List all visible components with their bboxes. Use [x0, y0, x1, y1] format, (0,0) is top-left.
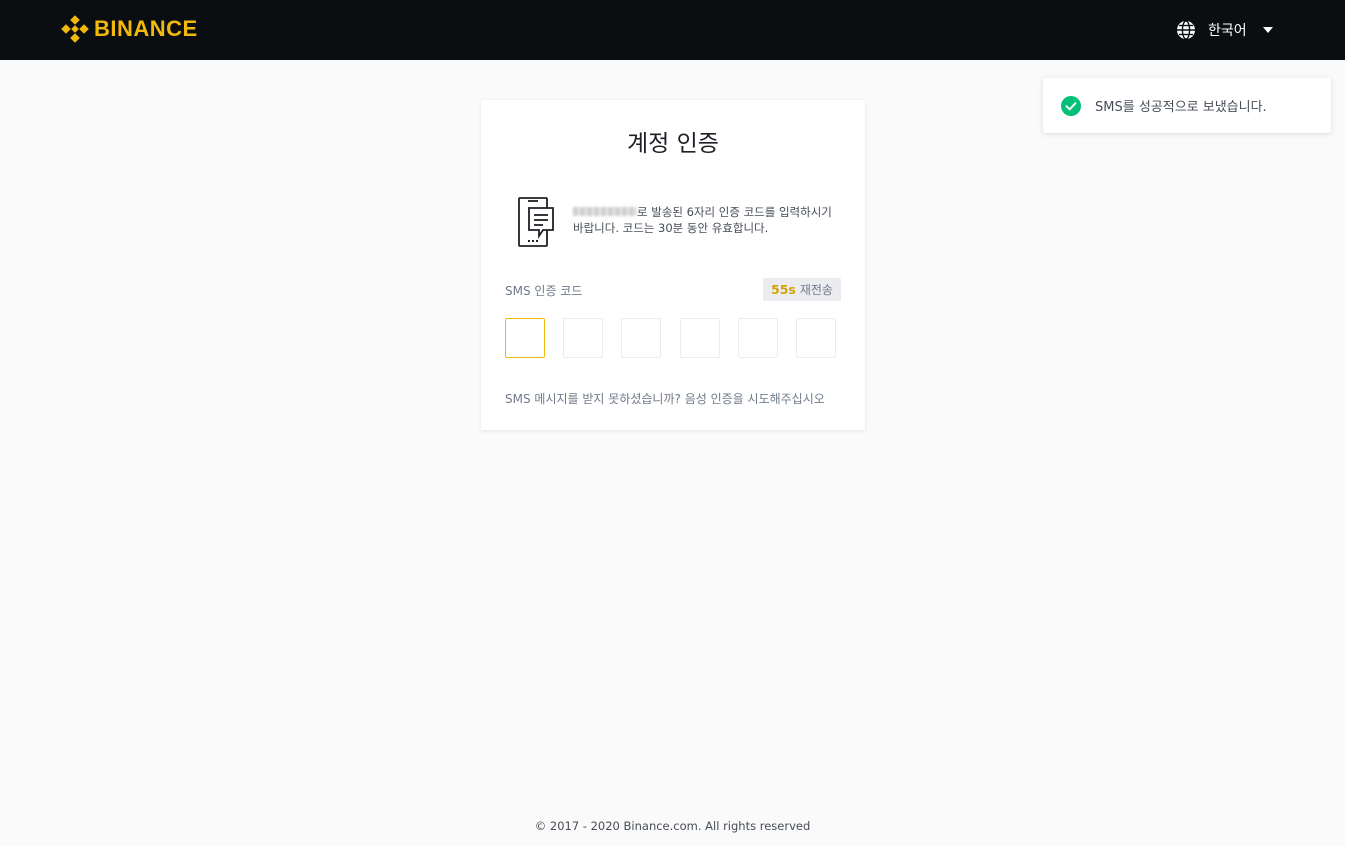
top-bar: BINANCE 한국어	[0, 0, 1345, 60]
caret-down-icon	[1262, 27, 1273, 33]
language-selector[interactable]: 한국어	[1176, 18, 1273, 42]
sms-code-label: SMS 인증 코드	[505, 284, 583, 298]
binance-logo[interactable]: BINANCE	[60, 14, 198, 44]
code-digit-input[interactable]	[680, 318, 720, 358]
code-digit-input[interactable]	[796, 318, 836, 358]
binance-diamond-logo-icon	[61, 15, 89, 43]
success-toast: SMS를 성공적으로 보냈습니다.	[1043, 78, 1331, 133]
page-title: 계정 인증	[627, 131, 719, 157]
check-circle-icon	[1061, 95, 1081, 116]
code-digit-input[interactable]	[505, 318, 545, 358]
instruction-text: 로 발송된 6자리 인증 코드를 입력하시기 바랍니다. 코드는 30분 동안 …	[573, 205, 832, 235]
resend-label: 재전송	[799, 283, 833, 297]
code-digit-input[interactable]	[621, 318, 661, 358]
resend-countdown: 55s	[771, 282, 796, 297]
globe-icon	[1177, 20, 1195, 40]
code-digit-input[interactable]	[738, 318, 778, 358]
resend-button[interactable]: 55s 재전송	[763, 278, 841, 301]
copyright-footer: © 2017 - 2020 Binance.com. All rights re…	[534, 819, 811, 833]
phone-message-icon	[518, 197, 554, 247]
verification-card: 계정 인증 로 발송된 6자리 인증 코드를 입력하시기 바랍니다. 코드는 3…	[481, 100, 865, 430]
toast-message: SMS를 성공적으로 보냈습니다.	[1095, 100, 1267, 115]
code-digit-input[interactable]	[563, 318, 603, 358]
voice-verification-link[interactable]: SMS 메시지를 받지 못하셨습니까? 음성 인증을 시도해주십시오	[505, 390, 825, 407]
brand-name: BINANCE	[94, 16, 198, 41]
language-label: 한국어	[1208, 23, 1247, 39]
